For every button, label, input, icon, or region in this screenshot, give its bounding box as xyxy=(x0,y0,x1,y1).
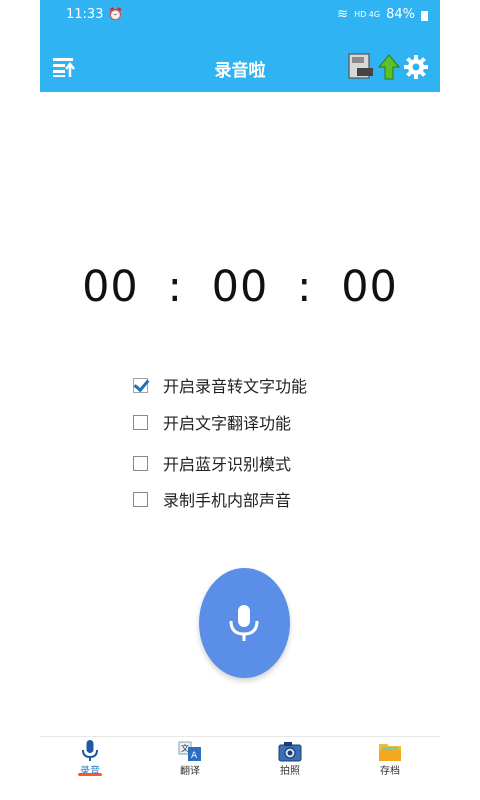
tab-label: 拍照 xyxy=(280,766,300,777)
option-speech-to-text[interactable]: 开启录音转文字功能 xyxy=(133,373,307,397)
option-bluetooth[interactable]: 开启蓝牙识别模式 xyxy=(133,451,291,475)
alarm-icon: ⏰ xyxy=(108,7,123,21)
checkbox[interactable] xyxy=(133,491,148,507)
option-internal-audio[interactable]: 录制手机内部声音 xyxy=(133,487,291,511)
timer-separator: : xyxy=(167,262,183,312)
active-tab-indicator xyxy=(78,773,102,776)
tab-archive[interactable]: 存档 xyxy=(340,737,440,800)
signal-label: HD 4G xyxy=(354,10,381,19)
status-right: ≋ HD 4G 84% xyxy=(337,7,428,22)
settings-gear-icon[interactable] xyxy=(403,54,429,80)
battery-label: 84% xyxy=(386,7,415,22)
option-label: 开启录音转文字功能 xyxy=(163,377,308,396)
camera-icon xyxy=(278,742,302,762)
tab-translate[interactable]: 文 A 翻译 xyxy=(140,737,240,800)
bottom-nav: 录音 文 A 翻译 拍照 存档 xyxy=(40,736,440,800)
timer-seconds: 00 xyxy=(341,262,398,312)
folder-icon xyxy=(379,744,401,761)
header-bar: 11:33 ⏰ ≋ HD 4G 84% 录音啦 xyxy=(40,0,440,92)
tab-label: 翻译 xyxy=(180,766,200,777)
tab-camera[interactable]: 拍照 xyxy=(240,737,340,800)
translate-icon: 文 A xyxy=(178,741,201,761)
tab-label: 存档 xyxy=(380,766,400,777)
status-bar: 11:33 ⏰ ≋ HD 4G 84% xyxy=(40,0,440,30)
timer-separator: : xyxy=(297,262,313,312)
app-bar: 录音啦 xyxy=(40,44,440,90)
timer-hours: 00 xyxy=(82,262,139,312)
wifi-icon: ≋ xyxy=(337,7,349,22)
battery-icon xyxy=(421,10,428,21)
status-time: 11:33 xyxy=(66,7,104,22)
option-label: 开启文字翻译功能 xyxy=(163,414,292,433)
recording-timer: 00 : 00 : 00 xyxy=(40,262,440,312)
checkbox[interactable] xyxy=(133,455,148,471)
timer-minutes: 00 xyxy=(211,262,269,312)
checkbox-checked[interactable] xyxy=(133,377,148,393)
option-label: 开启蓝牙识别模式 xyxy=(163,455,292,474)
option-label: 录制手机内部声音 xyxy=(163,491,292,510)
microphone-icon xyxy=(82,740,98,761)
upload-arrow-icon[interactable] xyxy=(378,54,400,80)
checkbox[interactable] xyxy=(133,414,148,430)
tab-record[interactable]: 录音 xyxy=(40,737,140,800)
option-translate[interactable]: 开启文字翻译功能 xyxy=(133,410,291,434)
svg-text:文: 文 xyxy=(181,743,189,753)
save-file-icon[interactable] xyxy=(347,53,375,79)
record-button[interactable] xyxy=(199,568,290,678)
microphone-icon xyxy=(229,605,259,641)
svg-text:A: A xyxy=(191,751,198,761)
app-screen: 11:33 ⏰ ≋ HD 4G 84% 录音啦 00: 00: 00 开启录… xyxy=(40,0,440,800)
